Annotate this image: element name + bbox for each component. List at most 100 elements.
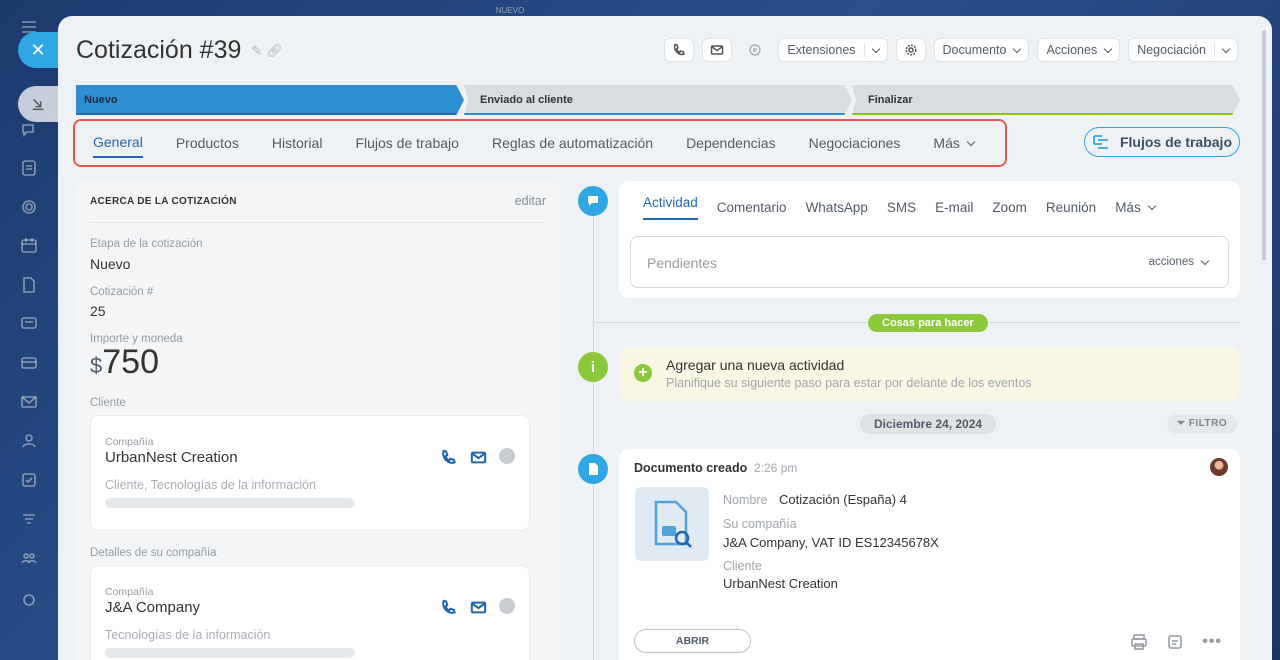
activity-tab-zoom[interactable]: Zoom	[992, 195, 1027, 220]
filter-label: FILTRO	[1188, 418, 1228, 429]
pending-input[interactable]: Pendientes acciones	[630, 236, 1229, 288]
activity-tab-meeting[interactable]: Reunión	[1046, 195, 1096, 220]
chevron-down-icon	[1200, 256, 1210, 265]
phone-icon[interactable]	[439, 598, 457, 616]
client-company-card[interactable]: Compañía UrbanNest Creation Cliente, Tec…	[90, 415, 530, 531]
my-company-card[interactable]: Compañía J&A Company Tecnologías de la i…	[90, 565, 530, 660]
doc-name-value[interactable]: Cotización (España) 4	[779, 492, 907, 507]
extensions-button[interactable]: Extensiones	[778, 38, 888, 62]
tab-dependencies[interactable]: Dependencias	[686, 134, 776, 158]
target-icon[interactable]	[19, 197, 39, 217]
document-thumbnail-icon[interactable]	[635, 487, 709, 561]
chat-bubble-icon[interactable]	[499, 448, 515, 464]
actions-dropdown[interactable]: acciones	[1149, 256, 1210, 268]
plus-icon[interactable]: +	[634, 364, 652, 382]
activity-tab-more[interactable]: Más	[1115, 195, 1156, 220]
more-options-icon[interactable]: •••	[1202, 633, 1222, 651]
document-icon[interactable]	[19, 275, 39, 295]
tab-products[interactable]: Productos	[176, 134, 239, 158]
company-actions	[439, 598, 515, 616]
comment-dot-icon	[578, 186, 608, 216]
info-dot-icon: i	[578, 352, 608, 382]
close-slider-button[interactable]: ✕	[18, 32, 58, 68]
group-icon[interactable]	[19, 548, 39, 568]
toolbar: Extensiones Documento Acciones Negociaci…	[664, 38, 1238, 62]
link-icon[interactable]: 🔗︎	[266, 43, 283, 59]
tab-deals[interactable]: Negociaciones	[809, 134, 901, 158]
card-icon[interactable]	[19, 353, 39, 373]
workflows-button[interactable]: Flujos de trabajo	[1084, 127, 1240, 157]
stage-new[interactable]: Nuevo	[76, 85, 464, 115]
new-activity-subtitle: Planifique su siguiente paso para estar …	[666, 376, 1032, 390]
tab-history[interactable]: Historial	[272, 134, 323, 158]
stage-finalize[interactable]: Finalizar	[852, 85, 1240, 115]
stage-sent-to-client[interactable]: Enviado al cliente	[464, 85, 852, 115]
chat-bubble-icon	[749, 44, 762, 56]
document-button[interactable]: Documento	[933, 38, 1030, 62]
about-quote-card: ACERCA DE LA COTIZACIÓN editar Etapa de …	[76, 181, 560, 660]
funnel-icon: ⏷	[1177, 418, 1186, 429]
chat-icon[interactable]	[19, 120, 39, 140]
pencil-icon[interactable]: ✎	[251, 43, 262, 59]
settings-icon[interactable]	[19, 590, 39, 610]
tab-general[interactable]: General	[93, 134, 143, 158]
number-value: 25	[90, 303, 106, 319]
chevron-down-icon	[1147, 201, 1156, 211]
checklist-icon[interactable]	[19, 470, 39, 490]
feed-icon[interactable]	[19, 314, 39, 334]
activity-tab-activity[interactable]: Actividad	[643, 195, 698, 220]
number-label: Cotización #	[90, 286, 154, 298]
doc-company-value: J&A Company, VAT ID ES12345678X	[723, 535, 939, 550]
phone-button[interactable]	[664, 38, 695, 62]
mail-icon[interactable]	[19, 392, 39, 412]
activity-tab-email[interactable]: E-mail	[935, 195, 973, 220]
activity-editor: Actividad Comentario WhatsApp SMS E-mail…	[619, 181, 1240, 298]
phone-icon[interactable]	[439, 448, 457, 466]
edit-link[interactable]: editar	[515, 194, 546, 208]
pending-placeholder: Pendientes	[647, 255, 718, 271]
messenger-button[interactable]	[740, 38, 770, 62]
app-sidebar: ✕	[0, 0, 58, 660]
calendar-icon[interactable]	[19, 235, 39, 255]
company-name[interactable]: UrbanNest Creation	[105, 449, 238, 466]
mail-icon[interactable]	[469, 598, 487, 616]
activity-tab-whatsapp[interactable]: WhatsApp	[806, 195, 868, 220]
activity-tabs: Actividad Comentario WhatsApp SMS E-mail…	[643, 195, 1156, 220]
print-icon[interactable]	[1130, 633, 1148, 651]
activity-tab-comment[interactable]: Comentario	[717, 195, 787, 220]
open-button[interactable]: ABRIR	[634, 629, 751, 653]
document-created-card: Documento creado 2:26 pm Nombre Cotizaci…	[619, 449, 1240, 660]
my-company-label: Detalles de su compañía	[90, 547, 217, 559]
company-type-label: Compañía	[105, 586, 154, 598]
company-name[interactable]: J&A Company	[105, 599, 200, 616]
contacts-icon[interactable]	[19, 431, 39, 451]
avatar[interactable]	[1210, 458, 1228, 476]
note-icon[interactable]	[1166, 633, 1184, 651]
doc-company-label: Su compañía	[723, 517, 797, 531]
deal-button[interactable]: Negociación	[1128, 38, 1238, 62]
activity-tab-sms[interactable]: SMS	[887, 195, 916, 220]
mail-icon[interactable]	[469, 448, 487, 466]
document-actions: •••	[1130, 633, 1222, 651]
tab-more-label: Más	[933, 135, 960, 151]
scrollbar[interactable]	[1262, 30, 1266, 260]
tab-workflows[interactable]: Flujos de trabajo	[355, 134, 459, 158]
tab-automation-rules[interactable]: Reglas de automatización	[492, 134, 653, 158]
email-button[interactable]	[702, 38, 733, 62]
new-activity-card[interactable]: + Agregar una nueva actividad Planifique…	[619, 347, 1240, 401]
collapse-icon[interactable]	[18, 86, 58, 122]
company-description: Cliente, Tecnologías de la información	[105, 478, 317, 492]
tasks-icon[interactable]	[19, 158, 39, 178]
filter-icon[interactable]	[19, 509, 39, 529]
settings-button[interactable]	[895, 38, 926, 62]
chevron-down-icon	[871, 44, 880, 53]
doc-client-value: UrbanNest Creation	[723, 576, 838, 591]
stage-value: Nuevo	[90, 256, 131, 272]
client-label: Cliente	[90, 397, 126, 409]
tab-more[interactable]: Más	[933, 134, 976, 158]
actions-button[interactable]: Acciones	[1037, 38, 1121, 62]
chat-bubble-icon[interactable]	[499, 598, 515, 614]
page-title-text: Cotización #39	[76, 36, 242, 64]
quote-panel: Cotización #39 ✎ 🔗︎ Extensiones Document…	[58, 16, 1272, 660]
filter-button[interactable]: ⏷ FILTRO	[1167, 414, 1238, 434]
